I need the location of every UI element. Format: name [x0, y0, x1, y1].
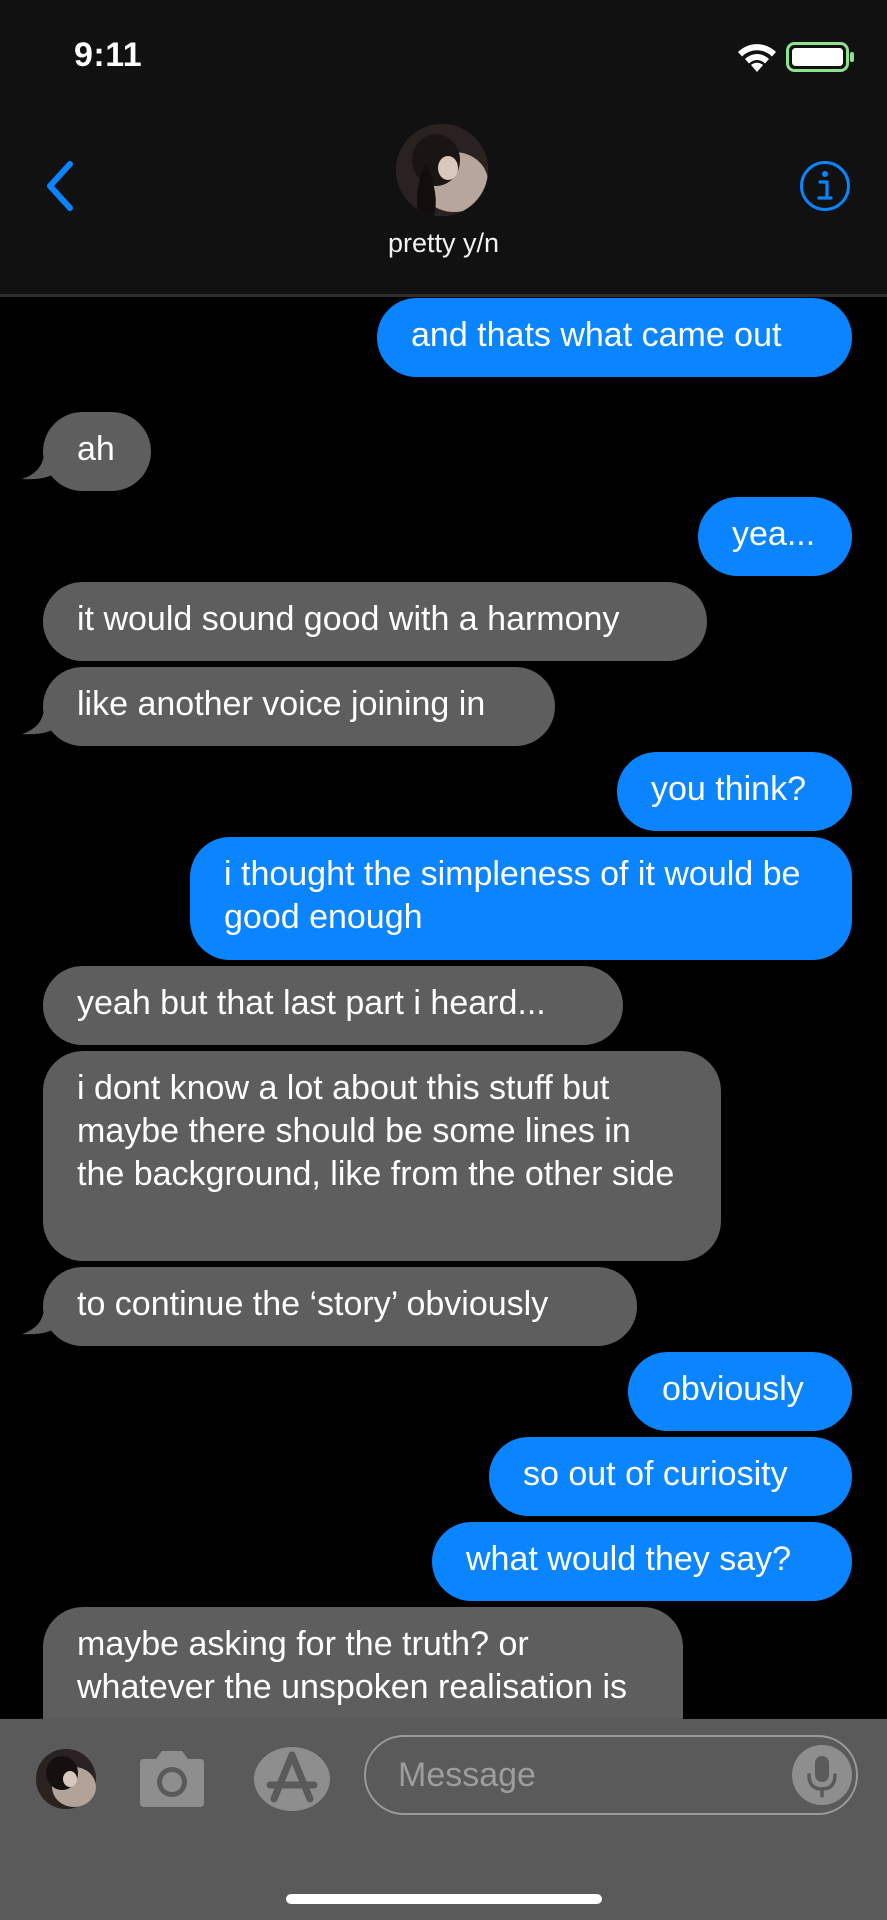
message-bubble-received[interactable]: ah	[43, 412, 151, 491]
status-bar: 9:11	[0, 0, 887, 110]
memoji-avatar-button[interactable]	[36, 1749, 96, 1809]
message-text: i dont know a lot about this stuff but m…	[77, 1069, 675, 1193]
message-text: you think?	[651, 770, 806, 808]
message-bubble-received[interactable]: i dont know a lot about this stuff but m…	[43, 1051, 721, 1261]
message-text: it would sound good with a harmony	[77, 600, 620, 638]
microphone-icon[interactable]	[790, 1743, 854, 1807]
message-text: obviously	[662, 1370, 804, 1408]
message-bubble-sent[interactable]: yea...	[698, 497, 852, 576]
message-bubble-sent[interactable]: what would they say?	[432, 1522, 852, 1601]
message-text: and thats what came out	[411, 316, 782, 354]
message-bubble-sent[interactable]: so out of curiosity	[489, 1437, 852, 1516]
message-bubble-sent[interactable]: obviously	[628, 1352, 852, 1431]
message-text: ah	[77, 430, 115, 468]
message-bubble-sent[interactable]: you think?	[617, 752, 852, 831]
chevron-left-icon[interactable]	[36, 154, 84, 218]
message-text: like another voice joining in	[77, 685, 486, 723]
app-store-icon[interactable]	[252, 1743, 332, 1815]
home-indicator[interactable]	[286, 1894, 602, 1904]
message-text: maybe asking for the truth? or whatever …	[77, 1625, 627, 1706]
message-bubble-received[interactable]: to continue the ‘story’ obviously	[43, 1267, 637, 1346]
message-text: so out of curiosity	[523, 1455, 788, 1493]
message-bubble-received[interactable]: like another voice joining in	[43, 667, 555, 746]
message-input[interactable]	[398, 1737, 778, 1813]
message-text: what would they say?	[466, 1540, 792, 1578]
info-circle-icon[interactable]	[799, 160, 851, 212]
message-field[interactable]	[364, 1735, 858, 1815]
message-thread[interactable]: and thats what came out ah yea... it wou…	[0, 297, 887, 1719]
contact-avatar[interactable]	[396, 124, 488, 216]
message-text: to continue the ‘story’ obviously	[77, 1285, 549, 1323]
status-time: 9:11	[74, 36, 143, 74]
camera-icon[interactable]	[134, 1747, 210, 1811]
conversation-header: pretty y/n	[0, 110, 887, 297]
message-bubble-sent[interactable]: and thats what came out	[377, 298, 852, 377]
message-bubble-sent[interactable]: i thought the simpleness of it would be …	[190, 837, 852, 960]
message-bubble-received[interactable]: it would sound good with a harmony	[43, 582, 707, 661]
contact-name[interactable]: pretty y/n	[0, 228, 887, 259]
message-text: yeah but that last part i heard...	[77, 984, 546, 1022]
wifi-icon	[738, 44, 776, 72]
message-text: yea...	[732, 515, 816, 553]
message-input-bar	[0, 1719, 887, 1920]
battery-icon	[786, 42, 854, 72]
message-bubble-received[interactable]: maybe asking for the truth? or whatever …	[43, 1607, 683, 1719]
message-text: i thought the simpleness of it would be …	[224, 855, 801, 936]
message-bubble-received[interactable]: yeah but that last part i heard...	[43, 966, 623, 1045]
